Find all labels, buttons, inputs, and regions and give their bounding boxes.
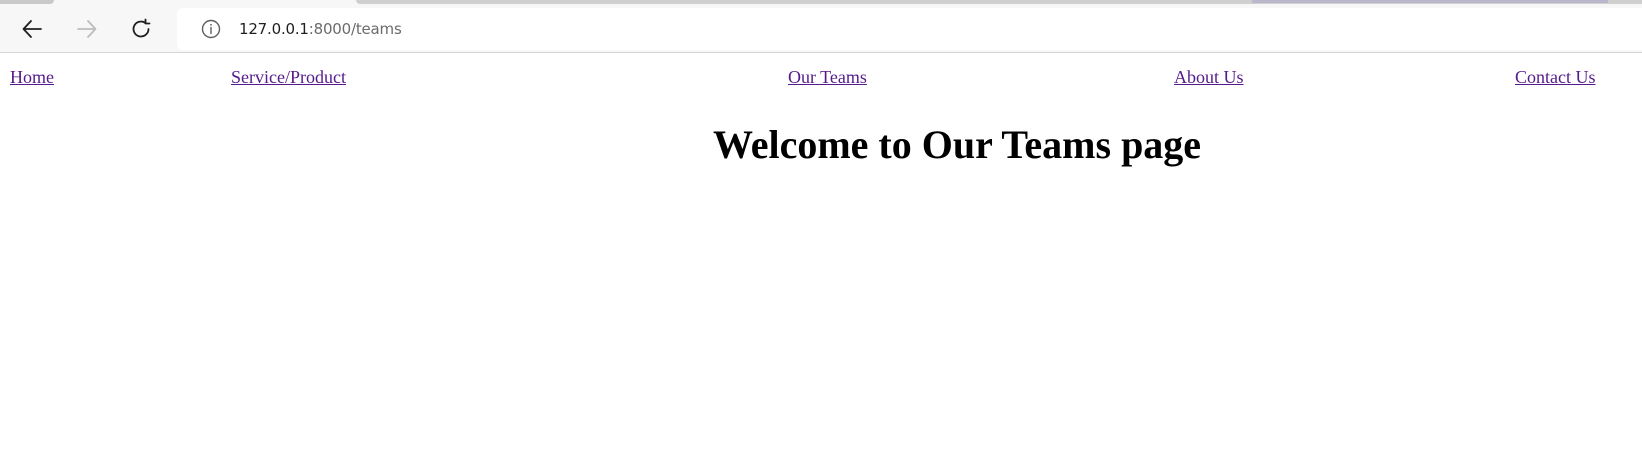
arrow-right-icon [76,18,98,40]
info-icon[interactable] [191,9,231,49]
tab-strip-left [0,0,54,4]
reload-button[interactable] [123,11,159,47]
title-container: Welcome to Our Teams page [0,53,1642,468]
page-title: Welcome to Our Teams page [712,122,1202,167]
url-text[interactable]: 127.0.0.1:8000/teams [239,20,402,38]
tab-strip-scroll-indicator [1252,0,1608,3]
page-content: Home Service/Product Our Teams About Us … [0,53,1642,468]
back-button[interactable] [14,11,50,47]
forward-button[interactable] [69,11,105,47]
reload-icon [130,18,152,40]
browser-toolbar: 127.0.0.1:8000/teams [0,0,1642,53]
arrow-left-icon [21,18,43,40]
url-path: :8000/teams [308,20,402,38]
url-host: 127.0.0.1 [239,20,309,38]
address-bar[interactable]: 127.0.0.1:8000/teams [177,8,1642,50]
